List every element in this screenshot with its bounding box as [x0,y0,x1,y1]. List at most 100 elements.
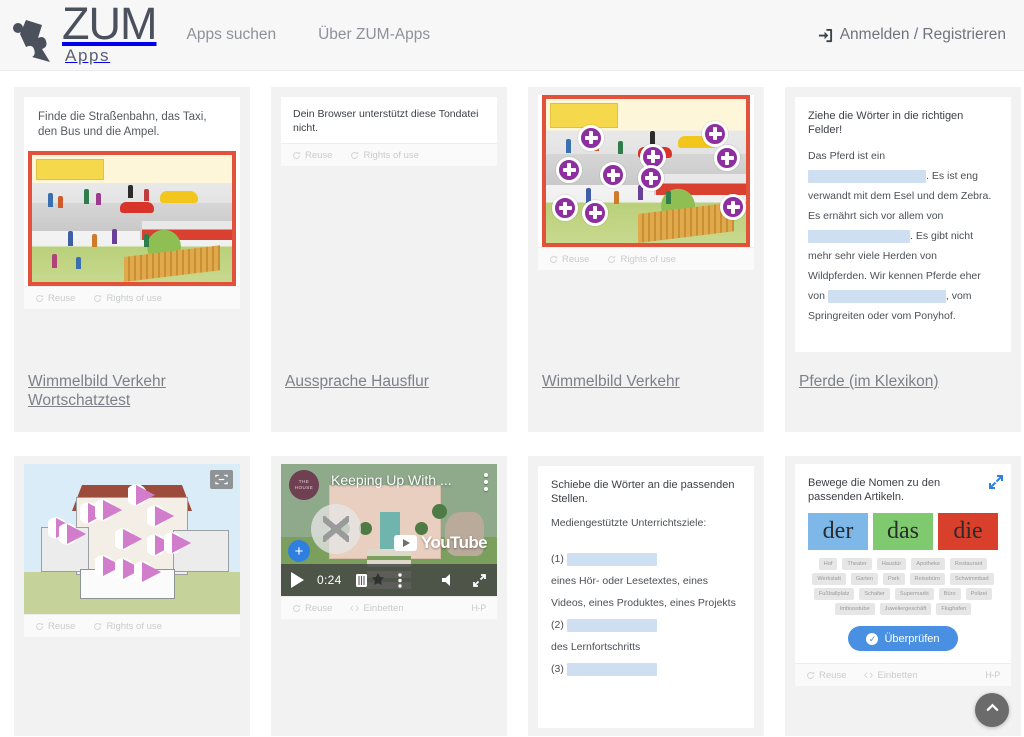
noun-chip[interactable]: Werkstatt [812,573,846,585]
drop-blank[interactable] [566,662,657,676]
h5p-logo[interactable]: H-P [985,670,1000,680]
channel-avatar[interactable]: THE HOUSE [289,470,319,500]
megaphone-icon[interactable] [147,503,178,529]
youtube-watermark[interactable]: YouTube [394,533,488,553]
expand-arrows-icon[interactable] [989,475,1003,489]
noun-chip[interactable]: Schalter [859,588,890,600]
noun-chip[interactable]: Imbissstube [834,603,875,615]
bucket-der[interactable]: der [808,513,868,550]
hotspot-plus[interactable] [702,120,728,147]
rights-of-use-label: Rights of use [106,292,162,304]
card-title[interactable]: Pferde (im Klexikon) [799,372,1011,391]
volume-icon[interactable] [441,573,455,587]
house-hotspot-image[interactable] [24,464,240,614]
h5p-panel: Ziehe die Wörter in die richtigen Felder… [795,97,1011,352]
h5p-logo[interactable]: H-P [471,603,486,613]
copyright-icon [350,151,359,160]
drop-blank[interactable] [827,289,946,303]
hotspot-plus[interactable] [582,199,608,226]
card-video[interactable]: THE HOUSE Keeping Up With ... + YouTube … [271,456,507,736]
video-player[interactable]: THE HOUSE Keeping Up With ... + YouTube … [281,464,497,596]
item-number: (1) [551,553,567,565]
card-title[interactable]: Aussprache Hausflur [285,372,497,391]
megaphone-icon[interactable] [114,525,145,552]
noun-chip[interactable]: Schwimmbad [950,573,994,585]
noun-chip[interactable]: Juweliergeschäft [879,603,932,615]
noun-chip[interactable]: Theater [842,558,872,570]
noun-chip[interactable]: Park [883,573,905,585]
card-pferde-im-klexikon[interactable]: Ziehe die Wörter in die richtigen Felder… [785,87,1021,432]
bookmark-icon[interactable] [355,573,368,588]
h5p-panel: Reuse Rights of use [538,95,754,270]
fullscreen-icon[interactable] [210,470,233,489]
scroll-to-top-button[interactable] [975,693,1009,727]
rights-of-use-button[interactable]: Rights of use [93,621,162,632]
noun-chip[interactable]: Haustür [876,558,907,570]
reuse-button[interactable]: Reuse [806,670,846,681]
card-wimmelbild-verkehr-wortschatztest[interactable]: Finde die Straßenbahn, das Taxi, den Bus… [14,87,250,432]
item-number: (3) [551,663,567,675]
card-schiebe-die-woerter[interactable]: Schiebe die Wörter an die passenden Stel… [528,456,764,736]
rights-of-use-button[interactable]: Rights of use [93,292,162,304]
reuse-label: Reuse [819,669,847,681]
noun-chip[interactable]: Garten [850,573,879,585]
hotspot-plus[interactable] [552,195,578,222]
drop-blank[interactable] [566,618,657,632]
reuse-button[interactable]: Reuse [292,150,332,161]
rights-of-use-button[interactable]: Rights of use [607,254,676,265]
expand-icon[interactable] [472,573,487,588]
page-header: ZUM Apps Apps suchen Über ZUM-Apps Anmel… [0,0,1024,71]
card-title[interactable]: Wimmelbild Verkehr Wortschatztest [28,372,240,410]
card-wimmelbild-verkehr[interactable]: Reuse Rights of use Wimmelbild Verkehr [528,87,764,432]
megaphone-icon[interactable] [164,530,195,556]
drop-blank[interactable] [808,229,910,243]
megaphone-icon[interactable] [134,558,165,585]
drop-blank[interactable] [808,169,926,183]
rights-of-use-button[interactable]: Rights of use [350,150,419,161]
noun-chip[interactable]: Supermarkt [894,588,934,600]
nav-apps-suchen[interactable]: Apps suchen [186,26,276,44]
card-title[interactable]: Wimmelbild Verkehr [542,372,754,391]
hotspot-plus[interactable] [714,145,740,172]
reuse-button[interactable]: Reuse [549,254,589,265]
item-text: des Lernfortschritts [551,641,641,653]
wimmelbild-hotspot-image[interactable] [542,95,750,247]
hotspot-plus[interactable] [556,156,582,183]
drag-text-content[interactable]: Mediengestützte Unterrichtsziele: (1) ein… [538,512,754,690]
noun-chip[interactable]: Apotheke [911,558,945,570]
more-vertical-icon[interactable] [484,473,488,494]
star-icon[interactable] [371,573,385,587]
more-vertical-icon[interactable] [397,572,402,588]
noun-chip[interactable]: Büro [938,588,961,600]
plus-circle-icon[interactable]: + [288,540,310,562]
noun-chip[interactable]: Hof [818,558,838,570]
embed-button[interactable]: Einbetten [864,670,918,681]
megaphone-icon[interactable] [58,521,89,547]
card-hausflur-bild[interactable]: Reuse Rights of use [14,456,250,736]
drag-text-item: (3) [551,658,741,680]
noun-chip[interactable]: Reisebüro [909,573,946,585]
site-logo[interactable]: ZUM Apps [12,1,157,66]
logo-text-apps: Apps [65,46,111,65]
reuse-button[interactable]: Reuse [292,603,332,614]
megaphone-icon[interactable] [95,497,126,523]
embed-button[interactable]: Einbetten [350,603,404,614]
bucket-das[interactable]: das [873,513,933,550]
drag-the-words-text[interactable]: Das Pferd ist ein . Es ist eng verwandt … [795,146,1011,336]
hotspot-plus[interactable] [578,124,604,151]
drop-blank[interactable] [566,552,657,566]
bucket-die[interactable]: die [938,513,998,550]
noun-chip[interactable]: Polizei [965,588,993,600]
reuse-button[interactable]: Reuse [35,621,75,632]
login-register-link[interactable]: Anmelden / Registrieren [818,26,1006,44]
hotspot-plus[interactable] [720,194,746,221]
nav-ueber-zum-apps[interactable]: Über ZUM-Apps [318,26,430,44]
noun-chip[interactable]: Fußballplatz [813,588,855,600]
noun-chip[interactable]: Flughafen [936,603,972,615]
play-icon[interactable] [291,572,304,588]
reuse-button[interactable]: Reuse [35,293,75,304]
noun-chip[interactable]: Restaurant [949,558,988,570]
card-aussprache-hausflur[interactable]: Dein Browser unterstützt diese Tondatei … [271,87,507,432]
check-button[interactable]: ✓ Überprüfen [848,626,958,651]
video-controls[interactable]: 0:24 [281,564,497,596]
